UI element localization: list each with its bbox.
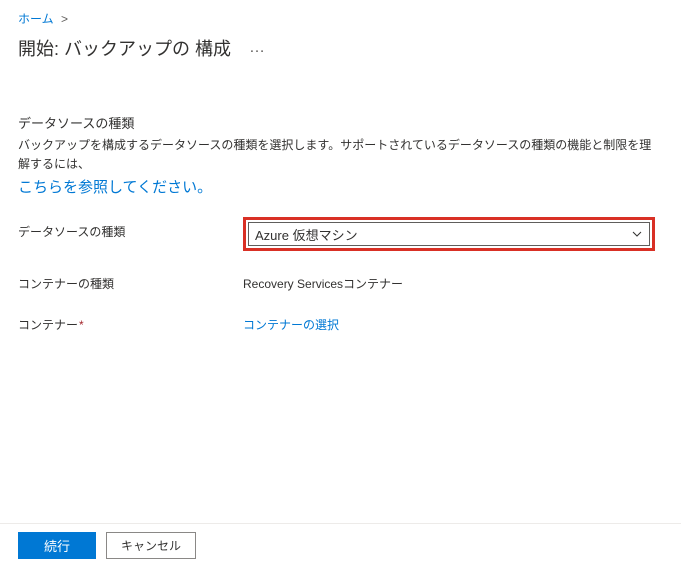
container-type-label: コンテナーの種類	[18, 269, 243, 292]
datasource-type-highlight: Azure 仮想マシン	[243, 217, 655, 251]
cancel-button[interactable]: キャンセル	[106, 532, 196, 559]
datasource-type-select[interactable]: Azure 仮想マシン	[248, 222, 650, 246]
learn-more-link[interactable]: こちらを参照してください。	[18, 176, 212, 197]
page-title: 開始: バックアップの 構成 …	[18, 35, 663, 61]
continue-button[interactable]: 続行	[18, 532, 96, 559]
container-type-value: Recovery Servicesコンテナー	[243, 269, 663, 292]
datasource-type-row: データソースの種類 Azure 仮想マシン	[18, 217, 663, 251]
breadcrumb-home-link[interactable]: ホーム	[18, 12, 54, 26]
container-type-row: コンテナーの種類 Recovery Servicesコンテナー	[18, 269, 663, 292]
datasource-type-selected: Azure 仮想マシン	[255, 225, 358, 244]
required-indicator: *	[79, 318, 84, 332]
breadcrumb: ホーム >	[18, 10, 663, 27]
more-actions-icon[interactable]: …	[249, 39, 266, 57]
chevron-right-icon: >	[61, 12, 68, 26]
container-label-text: コンテナー	[18, 318, 78, 332]
section-description: バックアップを構成するデータソースの種類を選択します。サポートされているデータソ…	[18, 136, 663, 174]
container-select-link[interactable]: コンテナーの選択	[243, 310, 339, 333]
chevron-down-icon	[631, 228, 643, 240]
section-heading: データソースの種類	[18, 113, 663, 132]
footer-bar: 続行 キャンセル	[0, 523, 681, 567]
container-label: コンテナー*	[18, 310, 243, 333]
datasource-type-label: データソースの種類	[18, 217, 243, 240]
container-row: コンテナー* コンテナーの選択	[18, 310, 663, 333]
page-title-text: 開始: バックアップの 構成	[18, 35, 231, 61]
